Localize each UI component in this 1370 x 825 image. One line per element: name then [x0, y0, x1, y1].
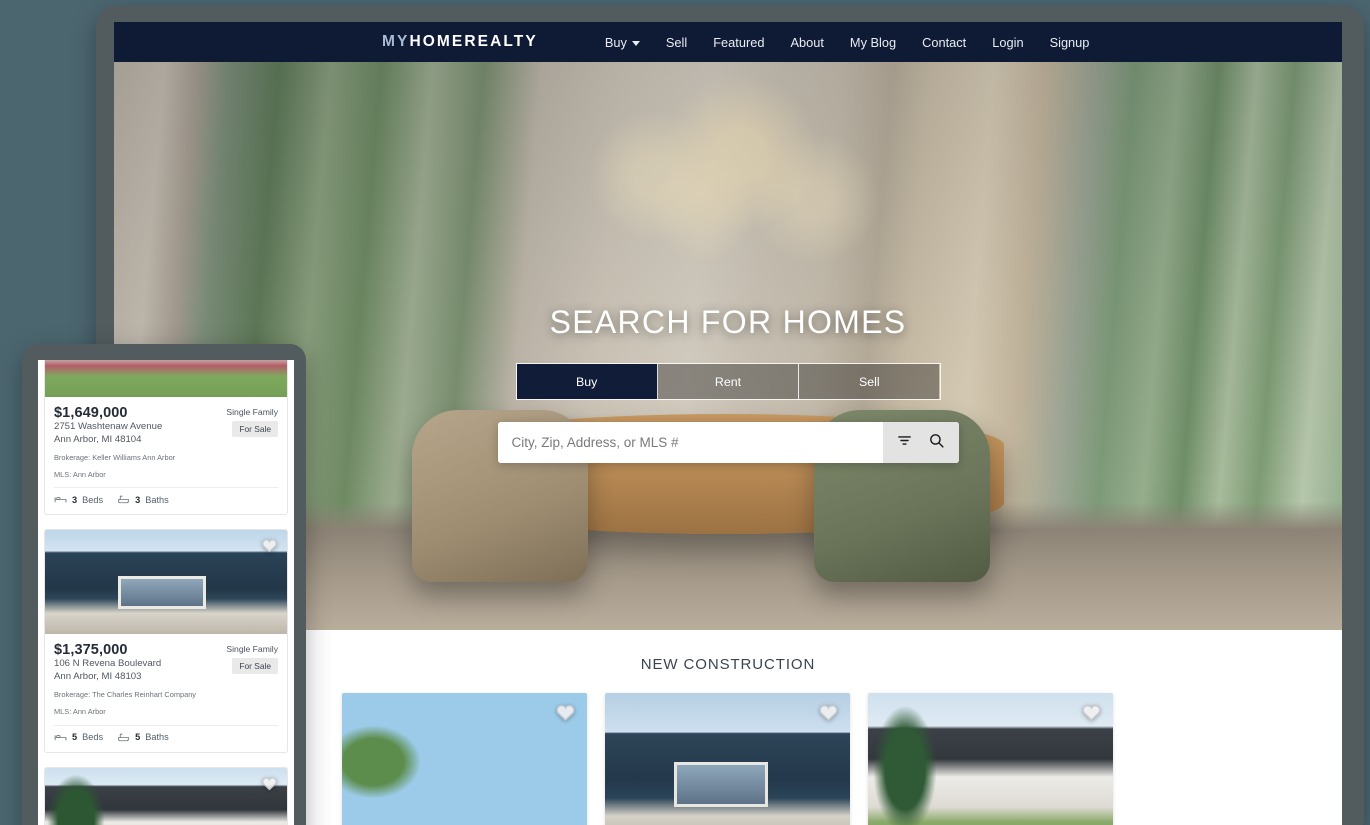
nav-label: Sell — [665, 34, 688, 50]
bathtub-icon — [118, 733, 129, 741]
baths-count: 3 — [135, 494, 141, 505]
nav-item-about[interactable]: About — [777, 31, 836, 54]
heart-icon[interactable] — [261, 775, 278, 792]
baths-count: 5 — [135, 732, 141, 743]
logo-suffix: HOMEREALTY — [409, 33, 538, 50]
heart-icon[interactable] — [261, 537, 278, 554]
nav-label: About — [790, 34, 824, 50]
nav-item-sell[interactable]: Sell — [653, 31, 700, 54]
beds-label: Beds — [82, 494, 104, 505]
chevron-down-icon — [631, 40, 640, 46]
listing-baths: 5 Baths — [117, 732, 169, 743]
screenshot-root: MYHOMEREALTY Buy Sell Featured About My … — [0, 0, 1370, 825]
listing-address-line1: 106 N Revena Boulevard — [54, 658, 162, 670]
nav-item-buy[interactable]: Buy — [592, 31, 653, 54]
search-input[interactable] — [497, 422, 883, 463]
listing-photo — [45, 530, 287, 635]
listing-header: $1,375,000 106 N Revena Boulevard Ann Ar… — [54, 642, 278, 684]
page-title: SEARCH FOR HOMES — [549, 304, 907, 340]
filter-icon[interactable] — [896, 432, 913, 454]
search-actions — [882, 422, 959, 463]
listing-address-line2: Ann Arbor, MI 48103 — [54, 671, 142, 683]
bed-icon — [54, 497, 67, 503]
listing-facts: 5 Beds 5 Baths — [54, 724, 278, 743]
tab-buy[interactable]: Buy — [516, 364, 658, 399]
nav-label: Signup — [1049, 34, 1090, 50]
listing-facts: 3 Beds 3 Baths — [54, 487, 278, 505]
nav-item-featured[interactable]: Featured — [700, 31, 777, 54]
nav-item-login[interactable]: Login — [979, 31, 1036, 54]
hero-content: SEARCH FOR HOMES Buy Rent Sell — [114, 62, 1342, 463]
baths-label: Baths — [145, 732, 169, 743]
nav-label: Featured — [713, 34, 765, 50]
nav-item-my-blog[interactable]: My Blog — [837, 31, 909, 54]
heart-icon[interactable] — [555, 702, 576, 723]
listing-beds: 5 Beds — [54, 732, 103, 743]
nav-item-signup[interactable]: Signup — [1037, 31, 1103, 54]
property-card[interactable] — [605, 693, 850, 825]
search-icon[interactable] — [928, 432, 945, 454]
site-logo[interactable]: MYHOMEREALTY — [382, 33, 538, 51]
status-badge: For Sale — [232, 658, 278, 675]
beds-label: Beds — [82, 732, 104, 743]
listing-mls: MLS: Ann Arbor — [54, 469, 106, 479]
primary-nav: Buy Sell Featured About My Blog Contact — [592, 31, 1103, 54]
nav-item-contact[interactable]: Contact — [909, 31, 979, 54]
listing-baths: 3 Baths — [117, 494, 169, 505]
listing-secondary: Single Family For Sale — [226, 642, 278, 675]
search-mode-tabs: Buy Rent Sell — [515, 363, 941, 400]
listing-primary: $1,375,000 106 N Revena Boulevard Ann Ar… — [54, 642, 161, 684]
property-card[interactable] — [342, 693, 587, 825]
tab-rent[interactable]: Rent — [657, 364, 800, 399]
listing-details: $1,375,000 106 N Revena Boulevard Ann Ar… — [45, 634, 287, 751]
beds-count: 5 — [72, 732, 78, 743]
property-photo — [868, 693, 1113, 825]
beds-count: 3 — [72, 494, 78, 505]
new-construction-grid — [342, 693, 1114, 825]
property-photo — [342, 693, 587, 825]
property-card[interactable] — [868, 693, 1113, 825]
nav-label: My Blog — [849, 34, 897, 50]
bathtub-icon — [118, 495, 129, 504]
listing-property-type: Single Family — [226, 644, 278, 655]
nav-label: Buy — [604, 34, 627, 50]
listing-card[interactable]: $1,195,000 Single Family — [44, 766, 288, 825]
listing-card[interactable]: $1,375,000 106 N Revena Boulevard Ann Ar… — [44, 529, 288, 753]
listing-beds: 3 Beds — [54, 494, 103, 505]
top-navigation-bar: MYHOMEREALTY Buy Sell Featured About My … — [114, 22, 1342, 62]
heart-icon[interactable] — [1081, 702, 1102, 723]
logo-prefix: MY — [382, 33, 410, 50]
property-photo — [605, 693, 850, 825]
nav-label: Contact — [922, 34, 967, 50]
bed-icon — [54, 734, 67, 740]
search-bar — [497, 422, 959, 463]
heart-icon[interactable] — [818, 702, 839, 723]
listing-price: $1,375,000 — [54, 642, 128, 659]
listing-photo — [45, 767, 287, 825]
nav-label: Login — [992, 34, 1024, 50]
baths-label: Baths — [145, 494, 169, 505]
tab-sell[interactable]: Sell — [799, 364, 940, 399]
listing-mls: MLS: Ann Arbor — [54, 706, 106, 716]
listing-brokerage: Brokerage: The Charles Reinhart Company — [54, 690, 196, 700]
